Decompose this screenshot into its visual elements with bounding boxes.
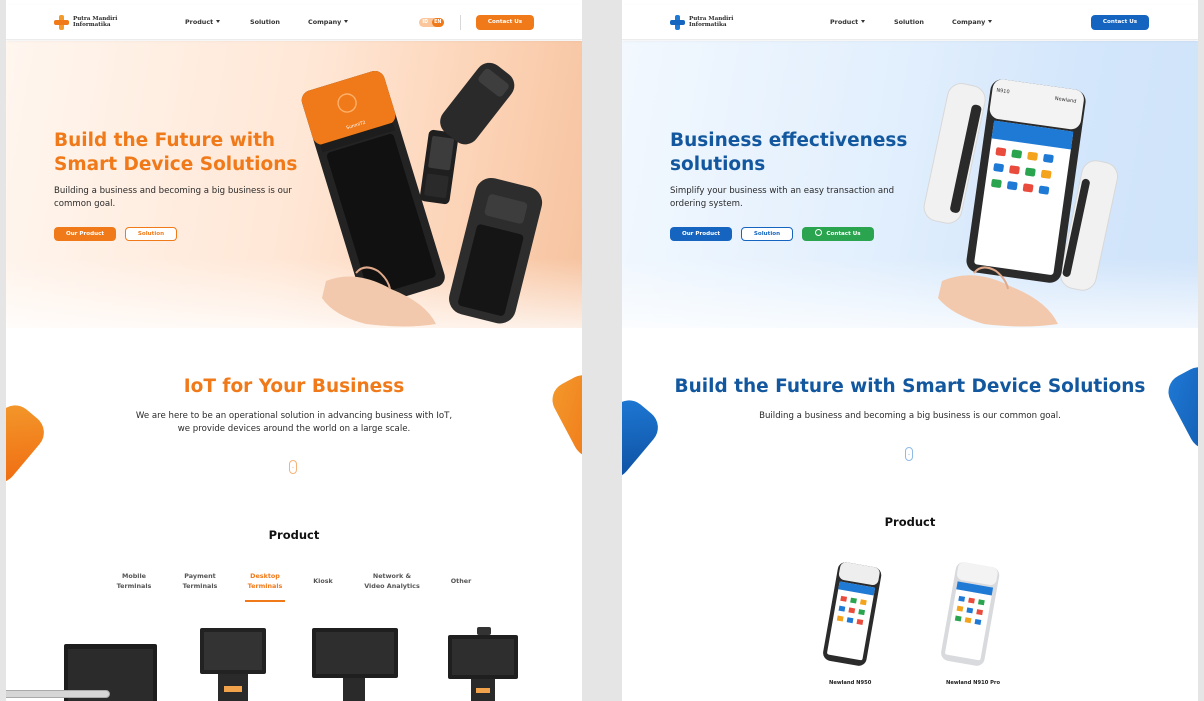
newland-n950-image	[823, 562, 882, 666]
tab-network-video-analytics[interactable]: Network & Video Analytics	[356, 572, 428, 591]
hero-section: Build the Future with Smart Device Solut…	[6, 41, 582, 328]
caret-down-icon	[988, 20, 993, 23]
company-logo[interactable]: Putra Mandiri Informatika	[54, 15, 117, 30]
product-thumbnails	[823, 562, 1000, 666]
hero-section: Business effectiveness solutions Simplif…	[622, 41, 1198, 328]
nav-company-label: Company	[308, 18, 342, 26]
nav-company[interactable]: Company	[952, 18, 993, 26]
caret-down-icon	[861, 20, 866, 23]
lang-en[interactable]: EN	[431, 18, 444, 27]
iot-section-line1: We are here to be an operational solutio…	[135, 411, 453, 421]
logo-line2: Informatika	[73, 21, 111, 28]
desktop-terminal-3-image	[312, 628, 398, 701]
contact-us-button[interactable]: Contact Us	[476, 15, 534, 30]
active-tab-indicator	[245, 600, 285, 602]
scroll-down-icon[interactable]: ⌄	[905, 447, 913, 461]
iot-section-title: IoT for Your Business	[183, 376, 405, 397]
tab-payment-terminals[interactable]: Payment Terminals	[176, 572, 224, 591]
site-header: Putra Mandiri Informatika Product Soluti…	[6, 5, 582, 40]
desktop-terminal-2-image	[200, 628, 266, 701]
page-orange-theme: Putra Mandiri Informatika Product Soluti…	[6, 0, 582, 701]
hand-image	[938, 275, 1058, 327]
printer-terminal-image	[449, 177, 543, 324]
product-section-title: Product	[884, 515, 936, 529]
tab-kiosk[interactable]: Kiosk	[303, 577, 343, 587]
hero-devices-illustration: N910 Newland	[923, 79, 1119, 327]
site-header: Putra Mandiri Informatika Product Soluti…	[622, 5, 1198, 40]
hero-title-line2: solutions	[670, 154, 766, 175]
whatsapp-icon	[815, 229, 823, 236]
company-logo[interactable]: Putra Mandiri Informatika	[670, 15, 733, 30]
hero-subtitle: Building a business and becoming a big b…	[54, 186, 292, 209]
desktop-terminal-4-image	[448, 627, 518, 701]
hero-title: Business effectiveness solutions	[670, 129, 907, 177]
scroll-down-icon[interactable]: ⌄	[289, 460, 297, 474]
lang-id[interactable]: ID	[419, 18, 432, 27]
product-name-n910-pro[interactable]: Newland N910 Pro	[946, 680, 1000, 686]
caret-down-icon	[344, 20, 349, 23]
our-product-button[interactable]: Our Product	[670, 227, 732, 241]
nav-product[interactable]: Product	[830, 18, 866, 26]
product-name-n950[interactable]: Newland N950	[829, 680, 871, 686]
horizontal-scrollbar[interactable]	[6, 690, 110, 698]
nav-company[interactable]: Company	[308, 18, 349, 26]
section-title: Build the Future with Smart Device Solut…	[674, 376, 1146, 397]
logo-cross-icon	[670, 15, 685, 30]
nav-company-label: Company	[952, 18, 986, 26]
whatsapp-contact-button[interactable]: Contact Us	[802, 227, 874, 241]
product-section-title: Product	[268, 528, 320, 542]
tab-other[interactable]: Other	[441, 577, 481, 587]
nav-solution[interactable]: Solution	[250, 18, 280, 26]
newland-n910-pro-image	[941, 562, 1000, 666]
desktop-terminal-thumbnails	[64, 627, 518, 701]
decor-shape-left	[622, 393, 666, 485]
tab-desktop-terminals[interactable]: Desktop Terminals	[241, 572, 289, 591]
hero-title-line2: Smart Device Solutions	[54, 154, 298, 175]
nav-product-label: Product	[830, 18, 859, 26]
nav-solution[interactable]: Solution	[894, 18, 924, 26]
solution-button[interactable]: Solution	[741, 227, 793, 241]
nav-product[interactable]: Product	[185, 18, 221, 26]
language-toggle[interactable]: ID EN	[419, 18, 444, 27]
handheld-device-image	[419, 129, 459, 205]
logo-cross-icon	[54, 15, 69, 30]
hero-title-line1: Business effectiveness	[670, 130, 908, 151]
solution-button[interactable]: Solution	[125, 227, 177, 241]
nav-product-label: Product	[185, 18, 214, 26]
iot-section-line2: we provide devices around the world on a…	[177, 424, 411, 434]
caret-down-icon	[216, 20, 221, 23]
hero-subtitle: Simplify your business with an easy tran…	[670, 186, 895, 209]
section-subtitle: Building a business and becoming a big b…	[759, 411, 1061, 421]
tab-mobile-terminals[interactable]: Mobile Terminals	[110, 572, 158, 591]
our-product-button[interactable]: Our Product	[54, 227, 116, 241]
hero-title: Build the Future with Smart Device Solut…	[54, 129, 297, 177]
whatsapp-contact-label: Contact Us	[826, 231, 861, 237]
hero-title-line1: Build the Future with	[54, 130, 276, 151]
page-blue-theme: Putra Mandiri Informatika Product Soluti…	[622, 0, 1198, 701]
logo-line2: Informatika	[689, 21, 727, 28]
header-divider	[460, 15, 461, 30]
hero-devices-illustration: SunmiT2	[301, 62, 543, 327]
contact-us-button[interactable]: Contact Us	[1091, 15, 1149, 30]
